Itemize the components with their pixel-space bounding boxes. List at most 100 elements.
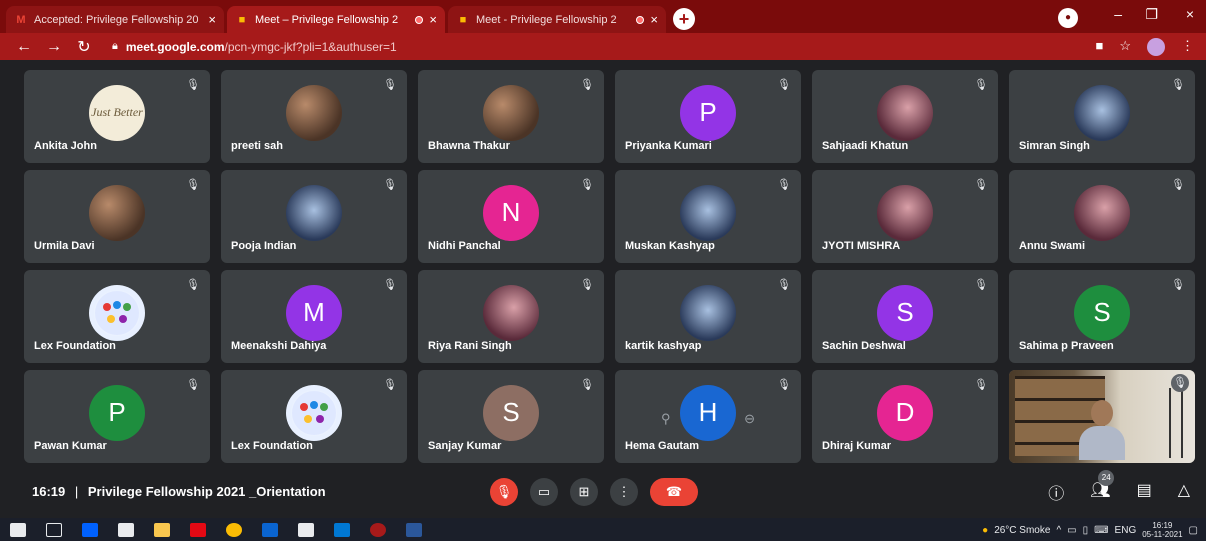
participant-tile[interactable]: 🎙︎ S Sahima p Praveen: [1009, 270, 1195, 363]
avatar: [483, 84, 539, 141]
participant-grid: 🎙︎ Just Better Ankita John 🎙︎ preeti sah 🎙︎ Bh…: [24, 70, 1196, 464]
more-options-button[interactable]: ⋮: [610, 478, 638, 506]
bookmark-star-icon[interactable]: ☆: [1119, 38, 1131, 56]
restore-button[interactable]: ❐: [1145, 6, 1158, 23]
network-icon[interactable]: ▭: [1067, 525, 1076, 536]
participant-tile[interactable]: 🎙︎ Lex Foundation: [221, 370, 407, 463]
camera-icon[interactable]: ■: [1095, 38, 1103, 56]
mic-off-icon: 🎙︎: [580, 379, 594, 391]
participant-tile[interactable]: 🎙︎ N Nidhi Panchal: [418, 170, 604, 263]
participant-tile[interactable]: 🎙︎ Sahjaadi Khatun: [812, 70, 998, 163]
tab-meet-active[interactable]: ■ Meet – Privilege Fellowship 2 ×: [227, 6, 445, 33]
remove-icon[interactable]: ⊖: [744, 411, 755, 427]
participant-tile[interactable]: 🎙︎ Bhawna Thakur: [418, 70, 604, 163]
participant-name: Pawan Kumar: [34, 440, 107, 452]
reload-icon[interactable]: ↻: [72, 37, 96, 57]
participant-tile[interactable]: 🎙︎ kartik kashyap: [615, 270, 801, 363]
mic-off-button[interactable]: 🎙︎: [490, 478, 518, 506]
participant-tile[interactable]: 🎙︎ Lex Foundation: [24, 270, 210, 363]
present-button[interactable]: ⊞: [570, 478, 598, 506]
avatar-letter: D: [895, 397, 915, 428]
tab-title: Meet - Privilege Fellowship 2: [476, 13, 617, 26]
participant-name: preeti sah: [231, 140, 283, 152]
avatar: [680, 284, 736, 341]
task-view-icon[interactable]: [46, 522, 62, 537]
tray-expand-icon[interactable]: ^: [1056, 525, 1061, 536]
participant-tile[interactable]: 🎙︎ JYOTI MISHRA: [812, 170, 998, 263]
url-field[interactable]: 🔒︎ meet.google.com /pcn-ymgc-jkf?pli=1&a…: [112, 40, 397, 54]
participant-tile[interactable]: 🎙︎ P Priyanka Kumari: [615, 70, 801, 163]
participant-tile[interactable]: 🎙︎ P Pawan Kumar: [24, 370, 210, 463]
participant-tile[interactable]: 🎙︎ Just Better Ankita John: [24, 70, 210, 163]
pin-icon[interactable]: ⚲: [661, 411, 671, 427]
avatar: [483, 284, 539, 341]
participant-tile[interactable]: 🎙︎ D Dhiraj Kumar: [812, 370, 998, 463]
netflix-icon[interactable]: [190, 522, 206, 537]
avatar-letter: S: [1093, 297, 1111, 328]
participant-tile[interactable]: 🎙︎ Riya Rani Singh: [418, 270, 604, 363]
extension-icon[interactable]: [1147, 38, 1165, 56]
participant-name: Sanjay Kumar: [428, 440, 502, 452]
forward-icon[interactable]: →: [42, 38, 66, 56]
start-icon[interactable]: [10, 522, 26, 537]
activities-icon[interactable]: △: [1178, 480, 1190, 504]
participant-name: kartik kashyap: [625, 340, 702, 352]
clock[interactable]: 16:19 05-11-2021: [1142, 521, 1182, 539]
keyboard-icon[interactable]: ⌨: [1094, 525, 1108, 536]
leave-call-button[interactable]: ☎: [650, 478, 698, 506]
outlook-icon[interactable]: [262, 522, 278, 537]
participant-tile[interactable]: 🎙︎ S Sanjay Kumar: [418, 370, 604, 463]
battery-icon[interactable]: ▯: [1083, 525, 1089, 536]
participant-tile[interactable]: 🎙︎ preeti sah: [221, 70, 407, 163]
participant-tile[interactable]: 🎙︎ Pooja Indian: [221, 170, 407, 263]
back-icon[interactable]: ←: [12, 38, 36, 56]
participant-tile[interactable]: 🎙︎ S Sachin Deshwal: [812, 270, 998, 363]
participant-name: Ankita John: [34, 140, 97, 152]
camera-button[interactable]: ▭: [530, 478, 558, 506]
tab-close-button[interactable]: ×: [429, 12, 437, 27]
tab-gmail[interactable]: M Accepted: Privilege Fellowship 20 ×: [6, 6, 224, 33]
system-tray: ● 26°C Smoke ^ ▭ ▯ ⌨ ENG 16:19 05-11-202…: [982, 521, 1198, 539]
notes-icon[interactable]: [298, 522, 314, 537]
dropbox-icon[interactable]: [82, 522, 98, 537]
participant-tile[interactable]: 🎙︎ Annu Swami: [1009, 170, 1195, 263]
notifications-icon[interactable]: ▢: [1189, 525, 1198, 536]
participant-tile[interactable]: 🎙︎ M Meenakshi Dahiya: [221, 270, 407, 363]
profile-icon[interactable]: ●: [1058, 8, 1078, 28]
participant-name: Sahima p Praveen: [1019, 340, 1114, 352]
participant-tile[interactable]: 🎙︎ Muskan Kashyap: [615, 170, 801, 263]
file-explorer-icon[interactable]: [154, 522, 170, 537]
browser-menu-icon[interactable]: ⋮: [1181, 38, 1194, 56]
video-feed: [1009, 370, 1195, 463]
language-indicator[interactable]: ENG: [1115, 525, 1137, 536]
info-icon[interactable]: ⓘ: [1048, 480, 1064, 504]
close-window-button[interactable]: ×: [1186, 6, 1194, 22]
participant-tile[interactable]: 🎙︎ ⚲ ⊖ H Hema Gautam: [615, 370, 801, 463]
chrome-icon[interactable]: [226, 522, 242, 537]
mail-icon[interactable]: [334, 522, 350, 537]
chrome-active-icon[interactable]: [370, 522, 386, 537]
tab-close-button[interactable]: ×: [208, 12, 216, 27]
minimize-button[interactable]: –: [1114, 6, 1122, 22]
participant-name: Sachin Deshwal: [822, 340, 906, 352]
new-tab-button[interactable]: +: [673, 8, 695, 30]
tab-strip: M Accepted: Privilege Fellowship 20 × ■ …: [0, 0, 1206, 33]
participant-tile[interactable]: 🎙︎: [1009, 370, 1195, 463]
participant-name: Simran Singh: [1019, 140, 1090, 152]
participant-tile[interactable]: 🎙︎ Simran Singh: [1009, 70, 1195, 163]
avatar: H: [680, 384, 736, 441]
weather-text[interactable]: 26°C Smoke: [994, 525, 1050, 536]
people-button[interactable]: 24 👥︎: [1090, 470, 1115, 504]
participant-name: Lex Foundation: [34, 340, 116, 352]
chat-icon[interactable]: ▤: [1137, 480, 1152, 504]
participant-name: JYOTI MISHRA: [822, 240, 901, 252]
mic-off-icon: 🎙︎: [1171, 279, 1185, 291]
participant-tile[interactable]: 🎙︎ Urmila Davi: [24, 170, 210, 263]
tab-meet[interactable]: ■ Meet - Privilege Fellowship 2 ×: [448, 6, 666, 33]
meeting-info: 16:19 | Privilege Fellowship 2021 _Orien…: [32, 484, 326, 499]
tab-close-button[interactable]: ×: [650, 12, 658, 27]
word-icon[interactable]: [406, 522, 422, 537]
store-icon[interactable]: [118, 522, 134, 537]
lex-logo-icon: [95, 290, 139, 335]
avatar: [286, 384, 342, 441]
